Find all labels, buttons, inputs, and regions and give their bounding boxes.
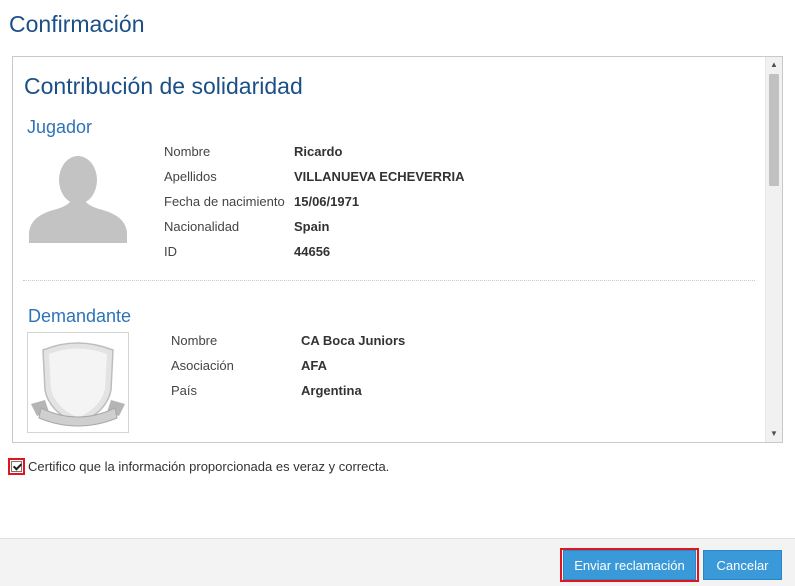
scroll-up-arrow-icon[interactable]: ▲ xyxy=(766,57,782,73)
claimant-association-label: Asociación xyxy=(171,358,234,373)
certify-checkbox-highlight xyxy=(8,458,25,475)
player-surname-label: Apellidos xyxy=(164,169,217,184)
panel-title: Contribución de solidaridad xyxy=(24,73,303,99)
scroll-thumb[interactable] xyxy=(769,74,779,186)
dialog-title: Confirmación xyxy=(9,11,145,37)
panel-scrollbar[interactable]: ▲ ▼ xyxy=(765,57,782,442)
certify-row: Certifico que la información proporciona… xyxy=(8,458,389,475)
cancel-button[interactable]: Cancelar xyxy=(703,550,782,580)
player-nationality-label: Nacionalidad xyxy=(164,219,240,234)
claimant-name-value: CA Boca Juniors xyxy=(301,333,406,348)
certify-label: Certifico que la información proporciona… xyxy=(28,459,390,474)
player-avatar-icon xyxy=(27,153,129,248)
certify-checkbox[interactable] xyxy=(11,461,22,472)
player-nationality-value: Spain xyxy=(294,219,330,234)
player-section-title: Jugador xyxy=(27,117,93,137)
player-birthdate-value: 15/06/1971 xyxy=(294,194,360,209)
claimant-country-value: Argentina xyxy=(301,383,362,398)
scroll-down-arrow-icon[interactable]: ▼ xyxy=(766,426,782,442)
player-id-label: ID xyxy=(164,244,177,259)
section-divider xyxy=(23,280,755,281)
player-birthdate-label: Fecha de nacimiento xyxy=(164,194,285,209)
claimant-country-label: País xyxy=(171,383,198,398)
submit-claim-button[interactable]: Enviar reclamación xyxy=(563,550,696,580)
club-crest-icon xyxy=(27,332,129,438)
confirmation-panel: Contribución de solidaridad Jugador Nomb… xyxy=(12,56,783,443)
claimant-association-value: AFA xyxy=(301,358,327,373)
claimant-section-title: Demandante xyxy=(28,306,132,326)
player-name-label: Nombre xyxy=(164,144,211,159)
player-name-value: Ricardo xyxy=(294,144,343,159)
claimant-name-label: Nombre xyxy=(171,333,218,348)
player-surname-value: VILLANUEVA ECHEVERRIA xyxy=(294,169,465,184)
player-id-value: 44656 xyxy=(294,244,331,259)
